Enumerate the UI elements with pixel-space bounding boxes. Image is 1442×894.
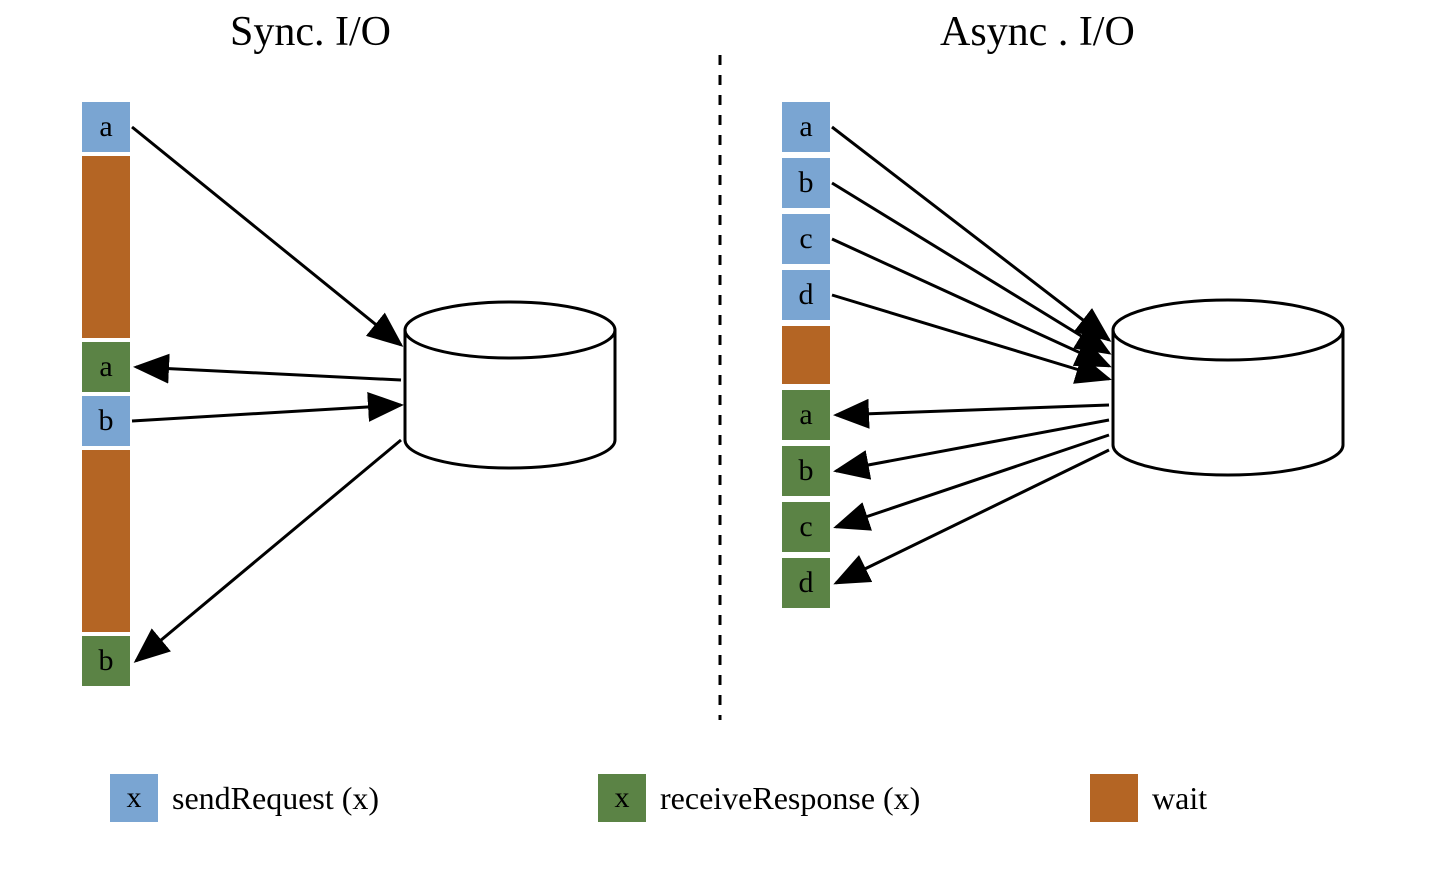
async-db-label: database: [1162, 395, 1272, 432]
legend-label-wait: wait: [1152, 780, 1207, 817]
async-block-4-wait: [782, 326, 830, 384]
async-block-2-send: c: [782, 214, 830, 264]
legend-swatch-wait: [1090, 774, 1138, 822]
legend-label-recv: receiveResponse (x): [660, 780, 920, 817]
sync-title: Sync. I/O: [230, 8, 391, 56]
legend-label-send: sendRequest (x): [172, 780, 379, 817]
async-block-1-send: b: [782, 158, 830, 208]
sync-block-3-send: b: [82, 396, 130, 446]
async-block-0-send: a: [782, 102, 830, 152]
sync-block-0-send: a: [82, 102, 130, 152]
async-block-5-recv: a: [782, 390, 830, 440]
async-block-8-recv: d: [782, 558, 830, 608]
async-block-3-send: d: [782, 270, 830, 320]
sync-block-5-recv: b: [82, 636, 130, 686]
sync-block-2-recv: a: [82, 342, 130, 392]
async-block-6-recv: b: [782, 446, 830, 496]
sync-db-label: database: [448, 395, 558, 432]
overlay-svg: [0, 0, 1442, 894]
async-block-7-recv: c: [782, 502, 830, 552]
async-title: Async . I/O: [940, 8, 1135, 56]
legend-swatch-recv: x: [598, 774, 646, 822]
sync-block-4-wait: [82, 450, 130, 632]
legend-swatch-send: x: [110, 774, 158, 822]
sync-block-1-wait: [82, 156, 130, 338]
